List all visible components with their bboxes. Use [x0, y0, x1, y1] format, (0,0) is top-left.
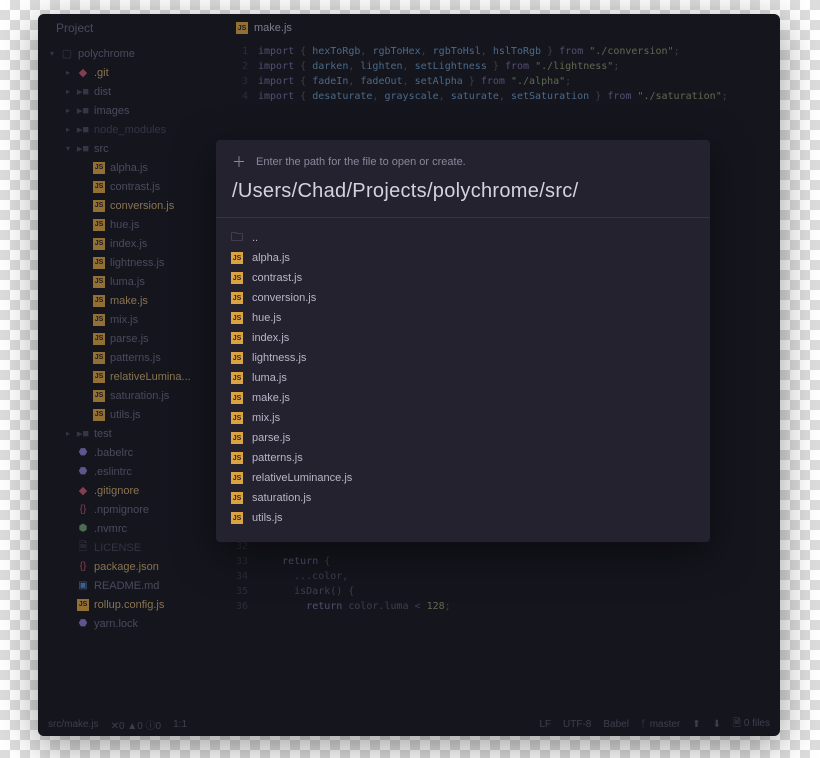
folder-up-icon: 🗀 [230, 231, 244, 245]
file-name: contrast.js [252, 272, 302, 284]
js-icon: JS [231, 452, 243, 464]
file-list-item[interactable]: JS saturation.js [230, 488, 696, 508]
file-name: luma.js [252, 372, 287, 384]
file-list-item[interactable]: JS utils.js [230, 508, 696, 528]
file-name: patterns.js [252, 452, 303, 464]
js-icon: JS [231, 372, 243, 384]
file-name: make.js [252, 392, 290, 404]
file-name: relativeLuminance.js [252, 472, 352, 484]
file-name: parse.js [252, 432, 291, 444]
js-icon: JS [231, 432, 243, 444]
file-list-item[interactable]: JS conversion.js [230, 288, 696, 308]
path-input[interactable]: /Users/Chad/Projects/polychrome/src/ [216, 176, 710, 217]
file-list: 🗀.. JS alpha.js JS contrast.js JS conversion.j… [216, 228, 710, 542]
file-list-item[interactable]: 🗀.. [230, 228, 696, 248]
file-name: alpha.js [252, 252, 290, 264]
file-list-item[interactable]: JS index.js [230, 328, 696, 348]
open-file-dialog: ＋ Enter the path for the file to open or… [216, 140, 710, 542]
file-list-item[interactable]: JS relativeLuminance.js [230, 468, 696, 488]
file-list-item[interactable]: JS contrast.js [230, 268, 696, 288]
file-list-item[interactable]: JS parse.js [230, 428, 696, 448]
js-icon: JS [231, 272, 243, 284]
file-name: conversion.js [252, 292, 316, 304]
js-icon: JS [231, 392, 243, 404]
js-icon: JS [231, 412, 243, 424]
file-list-item[interactable]: JS lightness.js [230, 348, 696, 368]
js-icon: JS [231, 292, 243, 304]
file-list-item[interactable]: JS hue.js [230, 308, 696, 328]
js-icon: JS [231, 472, 243, 484]
plus-icon: ＋ [232, 152, 246, 172]
js-icon: JS [231, 252, 243, 264]
file-name: lightness.js [252, 352, 306, 364]
file-name: hue.js [252, 312, 281, 324]
file-list-item[interactable]: JS luma.js [230, 368, 696, 388]
file-list-item[interactable]: JS mix.js [230, 408, 696, 428]
js-icon: JS [231, 352, 243, 364]
dialog-hint: Enter the path for the file to open or c… [256, 156, 466, 168]
file-name: .. [252, 232, 258, 244]
file-list-item[interactable]: JS make.js [230, 388, 696, 408]
file-name: saturation.js [252, 492, 311, 504]
js-icon: JS [231, 512, 243, 524]
js-icon: JS [231, 492, 243, 504]
divider [216, 217, 710, 218]
file-name: utils.js [252, 512, 283, 524]
editor-window: Project JS make.js ▾ ▢ polychrome ▸◆.git… [38, 14, 780, 736]
file-list-item[interactable]: JS patterns.js [230, 448, 696, 468]
file-name: index.js [252, 332, 289, 344]
js-icon: JS [231, 332, 243, 344]
file-list-item[interactable]: JS alpha.js [230, 248, 696, 268]
js-icon: JS [231, 312, 243, 324]
file-name: mix.js [252, 412, 280, 424]
